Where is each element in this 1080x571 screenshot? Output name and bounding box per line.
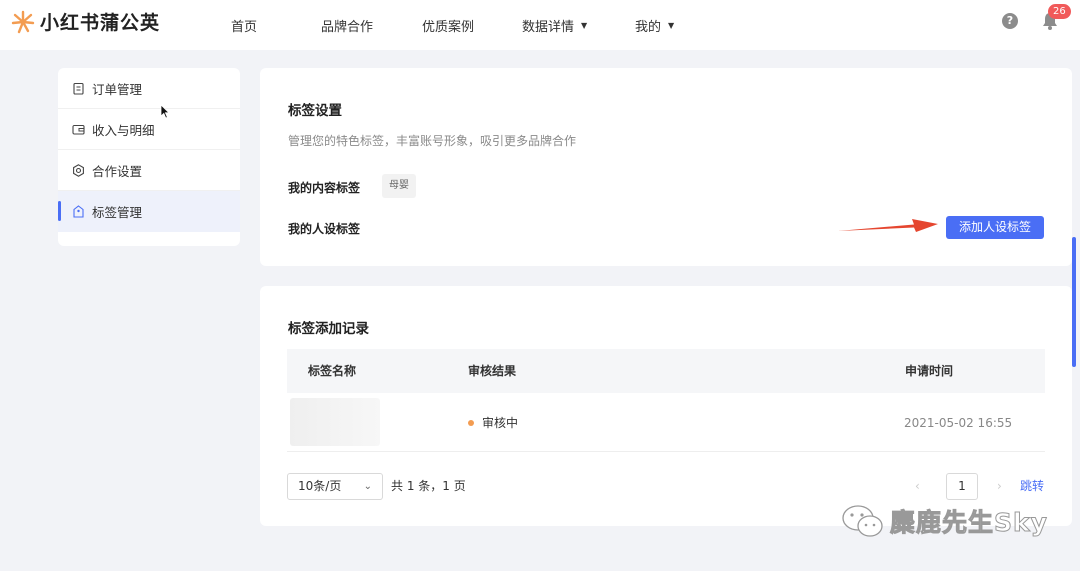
table-row: 审核中 2021-05-02 16:55 xyxy=(287,394,1045,452)
nav-label: 优质案例 xyxy=(422,19,475,35)
mouse-cursor-icon xyxy=(160,104,170,119)
gear-icon xyxy=(73,163,84,177)
notification-badge: 26 xyxy=(1048,4,1071,19)
sidebar-item-income[interactable]: 收入与明细 xyxy=(58,109,240,150)
caret-down-icon: ▼ xyxy=(668,20,675,30)
jump-page-link[interactable]: 跳转 xyxy=(1020,473,1044,500)
wallet-icon xyxy=(72,124,85,135)
brand-name: 小红书蒲公英 xyxy=(40,12,161,34)
records-title: 标签添加记录 xyxy=(288,321,369,337)
nav-label: 我的 xyxy=(635,19,662,35)
page-size-select[interactable]: 10条/页 ⌄ xyxy=(287,473,383,500)
scroll-indicator[interactable] xyxy=(1072,237,1076,367)
tag-settings-title: 标签设置 xyxy=(288,103,342,119)
review-status: 审核中 xyxy=(482,416,519,430)
content-tags-label: 我的内容标签 xyxy=(288,181,361,195)
brand-logo[interactable]: 小红书蒲公英 xyxy=(10,8,160,35)
tag-settings-description: 管理您的特色标签，丰富账号形象，吸引更多品牌合作 xyxy=(288,134,577,148)
page-number-input[interactable]: 1 xyxy=(946,473,978,500)
sidebar: 订单管理 收入与明细 合作设置 标签管理 xyxy=(58,68,240,246)
tag-records-card: 标签添加记录 标签名称 审核结果 申请时间 审核中 2021-05-02 16:… xyxy=(260,286,1072,526)
nav-item-home[interactable]: 首页 xyxy=(231,0,257,50)
page-size-value: 10条/页 xyxy=(298,479,342,493)
nav-label: 数据详情 xyxy=(522,19,575,35)
tag-name-cell xyxy=(290,398,380,446)
chevron-down-icon: ⌄ xyxy=(363,481,372,492)
sidebar-item-orders[interactable]: 订单管理 xyxy=(58,68,240,109)
pagination-total: 共 1 条，1 页 xyxy=(391,479,466,493)
next-page-button[interactable]: › xyxy=(997,473,1002,500)
top-navigation-bar: 小红书蒲公英 首页 品牌合作 优质案例 数据详情 ▼ 我的 ▼ ? 26 xyxy=(0,0,1080,50)
sidebar-item-label: 订单管理 xyxy=(92,81,143,97)
apply-time: 2021-05-02 16:55 xyxy=(904,416,1013,430)
sidebar-item-label: 收入与明细 xyxy=(92,122,155,138)
nav-label: 品牌合作 xyxy=(321,19,374,35)
sidebar-item-label: 合作设置 xyxy=(92,163,143,179)
annotation-arrow-icon xyxy=(838,219,938,232)
sidebar-item-tag-management[interactable]: 标签管理 xyxy=(58,191,240,232)
column-header-tag-name: 标签名称 xyxy=(308,364,357,378)
watermark-text: 麋鹿先生Sky xyxy=(890,508,1048,538)
wechat-icon xyxy=(842,505,883,537)
dandelion-icon xyxy=(11,10,35,33)
table-header: 标签名称 审核结果 申请时间 xyxy=(287,349,1045,393)
sidebar-item-cooperation-settings[interactable]: 合作设置 xyxy=(58,150,240,191)
caret-down-icon: ▼ xyxy=(581,20,588,30)
prev-page-button[interactable]: ‹ xyxy=(915,473,920,500)
watermark: 麋鹿先生Sky xyxy=(840,503,1048,539)
clipboard-icon xyxy=(73,82,84,95)
persona-tags-label: 我的人设标签 xyxy=(288,222,361,236)
add-persona-tag-button[interactable]: 添加人设标签 xyxy=(946,216,1044,239)
column-header-review-result: 审核结果 xyxy=(468,364,517,378)
tag-icon xyxy=(73,205,84,218)
sidebar-item-label: 标签管理 xyxy=(92,205,143,220)
nav-item-cases[interactable]: 优质案例 xyxy=(422,0,474,50)
column-header-apply-time: 申请时间 xyxy=(905,364,954,378)
status-dot xyxy=(468,420,474,426)
tag-settings-card: 标签设置 管理您的特色标签，丰富账号形象，吸引更多品牌合作 我的内容标签 母婴 … xyxy=(260,68,1072,266)
nav-item-data-details[interactable]: 数据详情 ▼ xyxy=(522,0,587,50)
nav-item-mine[interactable]: 我的 ▼ xyxy=(635,0,674,50)
nav-label: 首页 xyxy=(231,19,258,35)
nav-item-brand-cooperation[interactable]: 品牌合作 xyxy=(321,0,373,50)
content-tag: 母婴 xyxy=(382,174,416,198)
question-icon[interactable]: ? xyxy=(1002,13,1018,29)
